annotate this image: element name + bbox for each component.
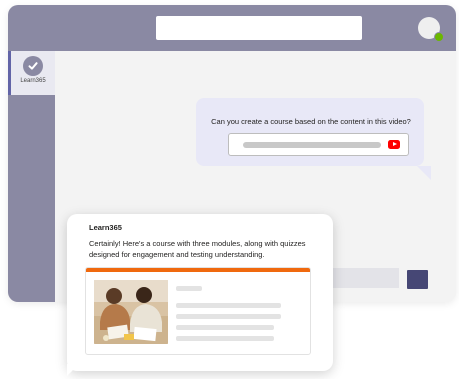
course-line-placeholder — [176, 314, 281, 319]
title-bar — [8, 5, 456, 51]
bot-message-text: Certainly! Here's a course with three mo… — [89, 239, 306, 259]
video-link-attachment[interactable] — [228, 133, 409, 156]
bot-name: Learn365 — [89, 223, 122, 232]
course-preview-card[interactable] — [85, 267, 311, 355]
user-message-bubble: Can you create a course based on the con… — [196, 98, 424, 166]
stage: Learn365 Can you create a course based o… — [0, 0, 459, 379]
course-line-placeholder — [176, 336, 274, 341]
video-link-placeholder — [243, 142, 381, 148]
progress-bar-fill — [86, 268, 310, 272]
bot-bubble-tail — [67, 364, 79, 376]
sidebar-item-label: Learn365 — [20, 78, 46, 84]
presence-status-icon — [434, 32, 444, 42]
sidebar-item-learn365[interactable]: Learn365 — [8, 51, 55, 95]
course-line-placeholder — [176, 303, 281, 308]
course-line-placeholder — [176, 325, 274, 330]
user-bubble-tail — [417, 166, 431, 180]
user-message-text: Can you create a course based on the con… — [211, 117, 411, 126]
search-input[interactable] — [156, 16, 362, 40]
progress-bar — [86, 268, 310, 272]
send-button[interactable] — [407, 270, 428, 289]
bot-response-card: Learn365 Certainly! Here's a course with… — [67, 214, 333, 371]
course-title-placeholder — [176, 286, 202, 291]
youtube-icon — [388, 140, 400, 149]
people-collaborating-image — [94, 280, 168, 344]
check-icon — [23, 56, 43, 76]
